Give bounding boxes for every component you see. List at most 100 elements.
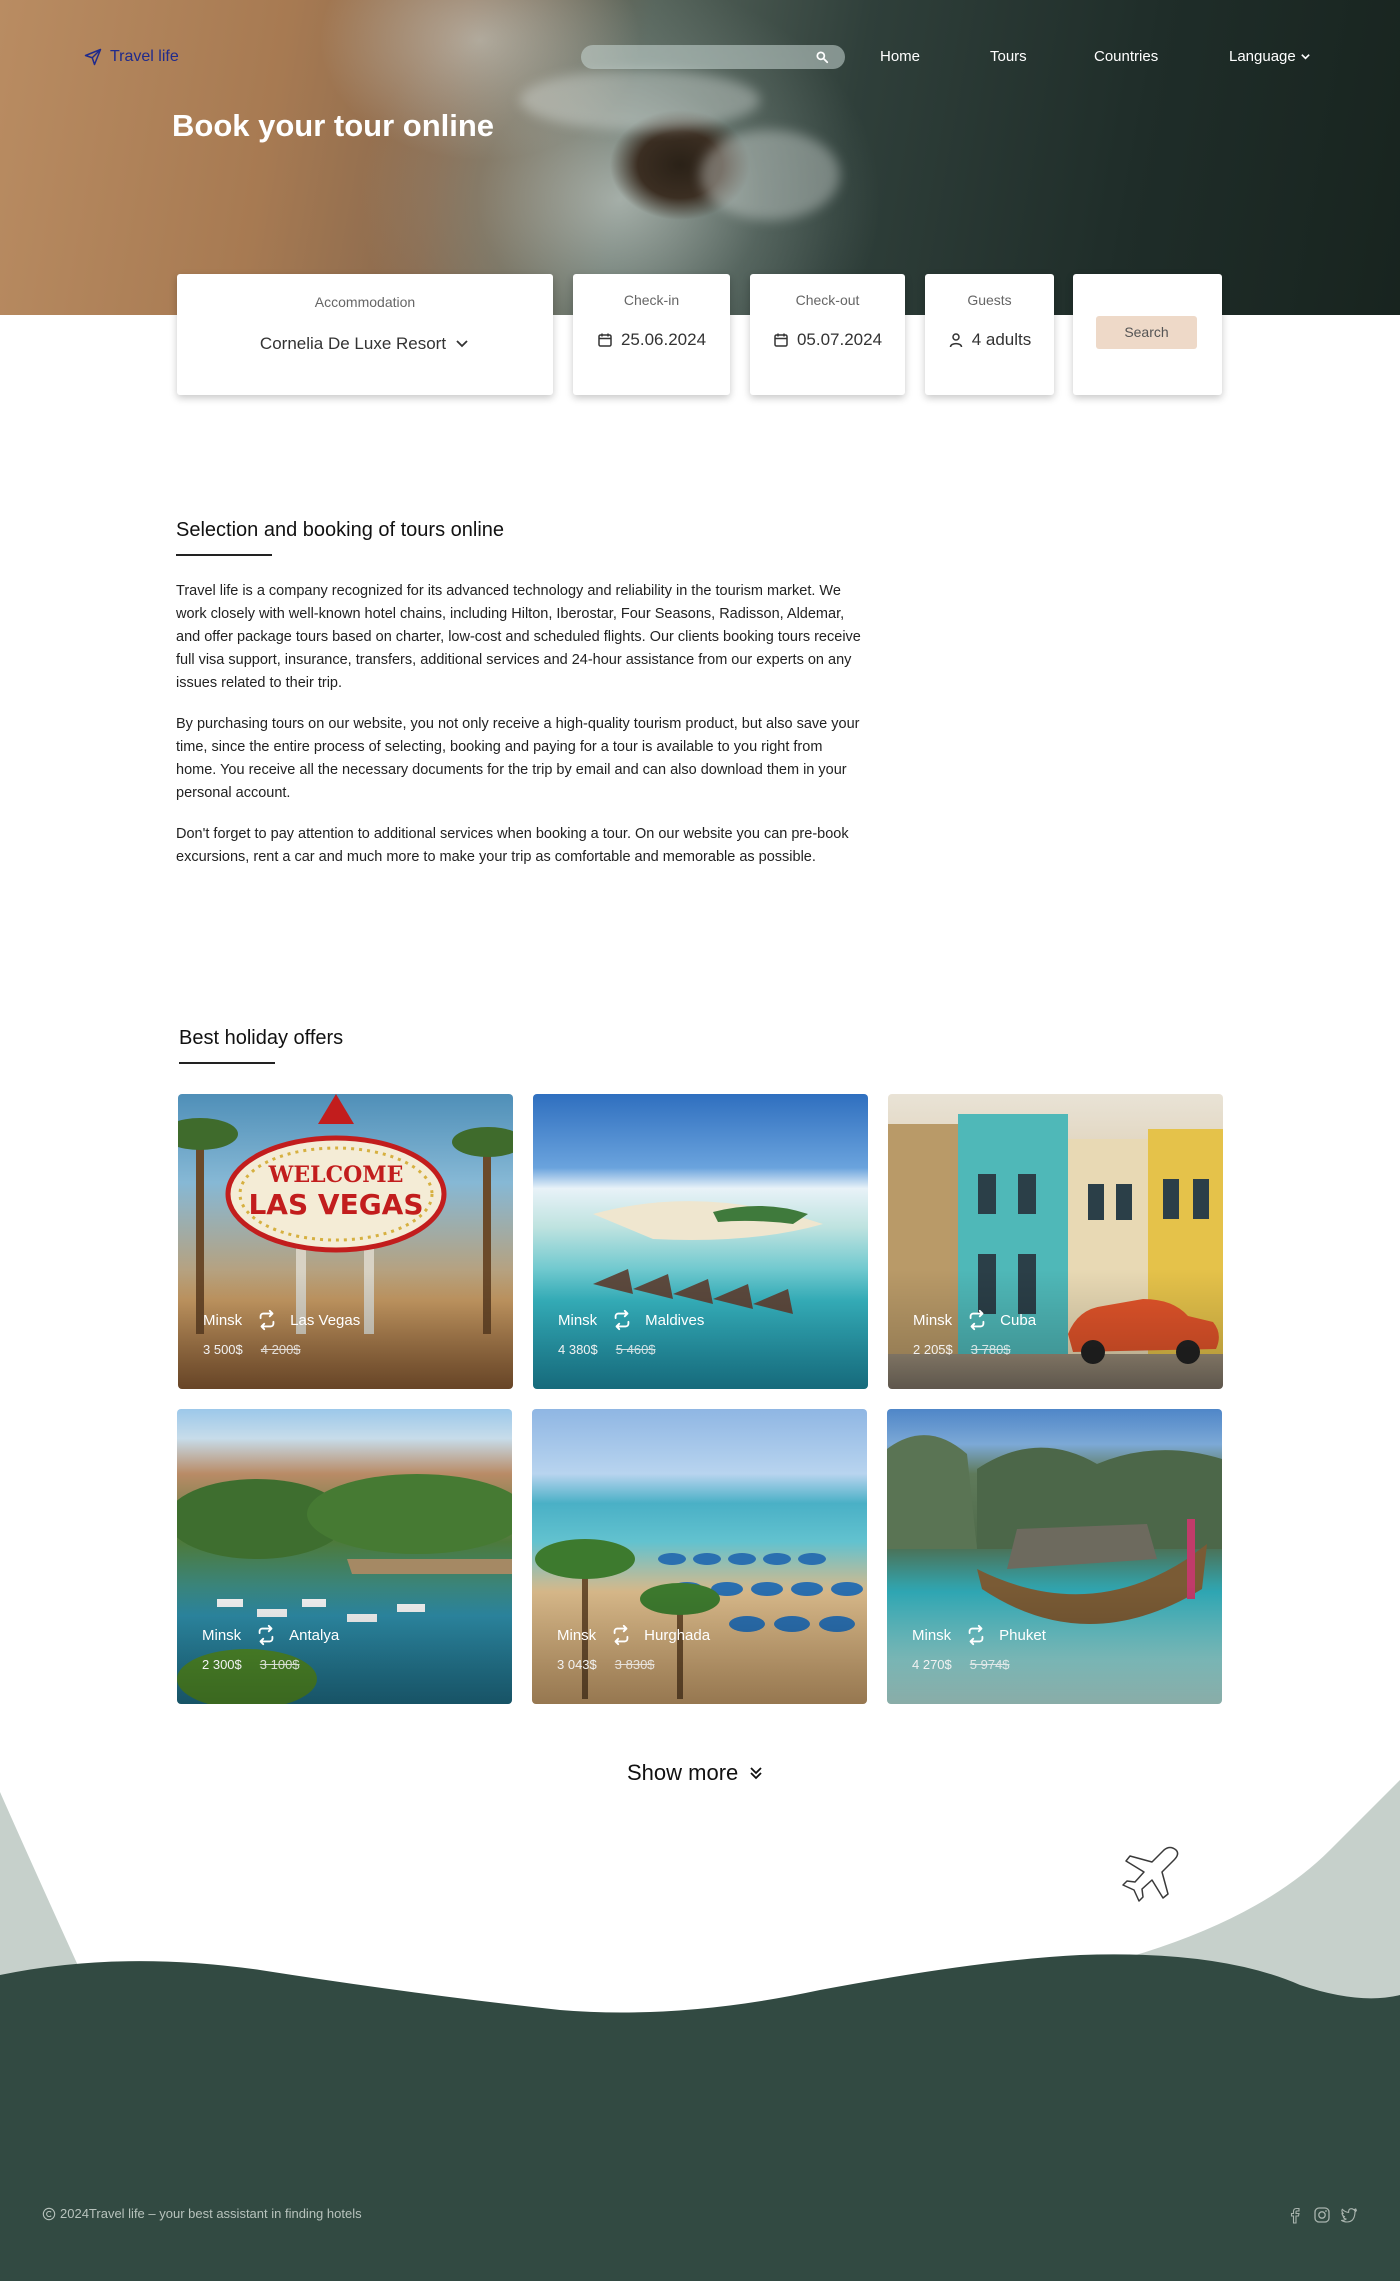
twitter-icon[interactable] — [1340, 2206, 1358, 2224]
offer-route: Minsk Hurghada — [557, 1624, 710, 1646]
airplane-icon — [1122, 1846, 1179, 1902]
accommodation-label: Accommodation — [314, 294, 416, 310]
hero-title: Book your tour online — [172, 108, 495, 143]
swap-icon — [258, 1624, 274, 1646]
search-button[interactable]: Search — [1096, 316, 1197, 349]
nav-tours[interactable]: Tours — [990, 48, 1027, 65]
offer-card-las-vegas[interactable]: WELCOME LAS VEGAS Minsk Las Vegas 3 500$… — [178, 1094, 513, 1389]
calendar-icon — [598, 333, 612, 347]
accommodation-field[interactable]: Accommodation Cornelia De Luxe Resort — [177, 274, 553, 395]
offer-to: Hurghada — [644, 1626, 711, 1644]
search-panel: Search — [1073, 274, 1222, 395]
nav-home[interactable]: Home — [880, 48, 920, 65]
offer-prices: 4 270$ 5 974$ — [912, 1657, 1010, 1672]
offer-from: Minsk — [912, 1626, 952, 1644]
offer-from: Minsk — [203, 1311, 243, 1329]
offer-prices: 4 380$ 5 460$ — [558, 1342, 656, 1357]
guests-label: Guests — [967, 292, 1012, 308]
offer-from: Minsk — [202, 1626, 242, 1644]
about-paragraph: By purchasing tours on our website, you … — [176, 716, 860, 801]
swap-icon — [614, 1309, 630, 1331]
offer-prices: 3 043$ 3 830$ — [557, 1657, 655, 1672]
logo[interactable]: Travel life — [84, 48, 179, 66]
about-text: Travel life is a company recognized for … — [176, 580, 866, 887]
offer-route: Minsk Las Vegas — [203, 1309, 360, 1331]
about-title: Selection and booking of tours online — [176, 519, 505, 541]
offer-price: 4 270$ — [912, 1657, 952, 1672]
search-icon[interactable] — [815, 50, 829, 64]
offer-card-phuket[interactable]: Minsk Phuket 4 270$ 5 974$ — [887, 1409, 1222, 1704]
offer-old-price: 5 460$ — [615, 1342, 656, 1357]
guests-field[interactable]: Guests 4 adults — [925, 274, 1054, 395]
about-title-underline — [176, 554, 272, 556]
copyright-text: 2024Travel life – your best assistant in… — [60, 2206, 362, 2221]
nav-language-label: Language — [1229, 48, 1296, 65]
hero-wave-foam — [700, 130, 840, 220]
accommodation-value: Cornelia De Luxe Resort — [259, 334, 447, 353]
offer-card-cuba[interactable]: Minsk Cuba 2 205$ 3 780$ — [888, 1094, 1223, 1389]
about-paragraph: Travel life is a company recognized for … — [176, 583, 861, 691]
checkout-date[interactable]: 05.07.2024 — [750, 330, 905, 350]
user-icon — [949, 333, 962, 348]
svg-text:WELCOME: WELCOME — [268, 1162, 404, 1188]
checkin-value: 25.06.2024 — [620, 330, 707, 349]
calendar-icon — [774, 333, 788, 347]
offer-old-price: 3 780$ — [970, 1342, 1011, 1357]
offer-old-price: 3 100$ — [259, 1657, 300, 1672]
hero-wave-foam — [520, 70, 760, 130]
offer-to: Phuket — [999, 1626, 1046, 1644]
offer-old-price: 3 830$ — [614, 1657, 655, 1672]
checkin-field[interactable]: Check-in 25.06.2024 — [573, 274, 730, 395]
offer-to: Antalya — [289, 1626, 340, 1644]
double-chevron-down-icon — [750, 1767, 762, 1780]
facebook-icon[interactable] — [1286, 2206, 1304, 2224]
offer-card-hurghada[interactable]: Minsk Hurghada 3 043$ 3 830$ — [532, 1409, 867, 1704]
hero-banner: Travel life Home Tours Countries Languag… — [0, 0, 1400, 315]
search-input[interactable] — [581, 45, 845, 69]
offers-title: Best holiday offers — [179, 1027, 344, 1049]
offer-price: 2 205$ — [913, 1342, 953, 1357]
offer-route: Minsk Cuba — [913, 1309, 1036, 1331]
paper-plane-icon — [84, 48, 102, 66]
copyright: 2024Travel life – your best assistant in… — [42, 2206, 362, 2221]
instagram-icon[interactable] — [1313, 2206, 1331, 2224]
offer-price: 3 043$ — [557, 1657, 597, 1672]
offer-from: Minsk — [558, 1311, 598, 1329]
swap-icon — [968, 1624, 984, 1646]
checkout-value: 05.07.2024 — [796, 330, 883, 349]
logo-text: Travel life — [110, 48, 179, 65]
offer-to: Maldives — [645, 1311, 705, 1329]
offer-old-price: 4 200$ — [260, 1342, 301, 1357]
offer-from: Minsk — [913, 1311, 953, 1329]
offer-price: 2 300$ — [202, 1657, 242, 1672]
offer-card-antalya[interactable]: Minsk Antalya 2 300$ 3 100$ — [177, 1409, 512, 1704]
guests-select[interactable]: 4 adults — [925, 330, 1054, 350]
checkin-date[interactable]: 25.06.2024 — [573, 330, 730, 350]
svg-text:LAS VEGAS: LAS VEGAS — [248, 1188, 423, 1221]
accommodation-select[interactable]: Cornelia De Luxe Resort — [177, 334, 553, 354]
offer-prices: 2 300$ 3 100$ — [202, 1657, 300, 1672]
offer-card-maldives[interactable]: Minsk Maldives 4 380$ 5 460$ — [533, 1094, 868, 1389]
nav-countries[interactable]: Countries — [1094, 48, 1158, 65]
swap-icon — [613, 1624, 629, 1646]
checkin-label: Check-in — [623, 292, 680, 308]
about-paragraph: Don't forget to pay attention to additio… — [176, 826, 849, 865]
show-more-button[interactable]: Show more — [627, 1760, 764, 1786]
checkout-label: Check-out — [795, 292, 860, 308]
checkout-field[interactable]: Check-out 05.07.2024 — [750, 274, 905, 395]
offer-from: Minsk — [557, 1626, 597, 1644]
offer-old-price: 5 974$ — [969, 1657, 1010, 1672]
offer-route: Minsk Phuket — [912, 1624, 1046, 1646]
offer-prices: 3 500$ 4 200$ — [203, 1342, 301, 1357]
copyright-icon — [42, 2207, 56, 2220]
nav-language[interactable]: Language — [1229, 48, 1311, 65]
offer-to: Cuba — [1000, 1311, 1037, 1329]
swap-icon — [259, 1309, 275, 1331]
offer-route: Minsk Antalya — [202, 1624, 339, 1646]
chevron-down-icon — [1300, 54, 1310, 60]
offer-prices: 2 205$ 3 780$ — [913, 1342, 1011, 1357]
offer-price: 3 500$ — [203, 1342, 243, 1357]
offer-route: Minsk Maldives — [558, 1309, 704, 1331]
offer-to: Las Vegas — [290, 1311, 361, 1329]
offers-title-underline — [179, 1062, 275, 1064]
